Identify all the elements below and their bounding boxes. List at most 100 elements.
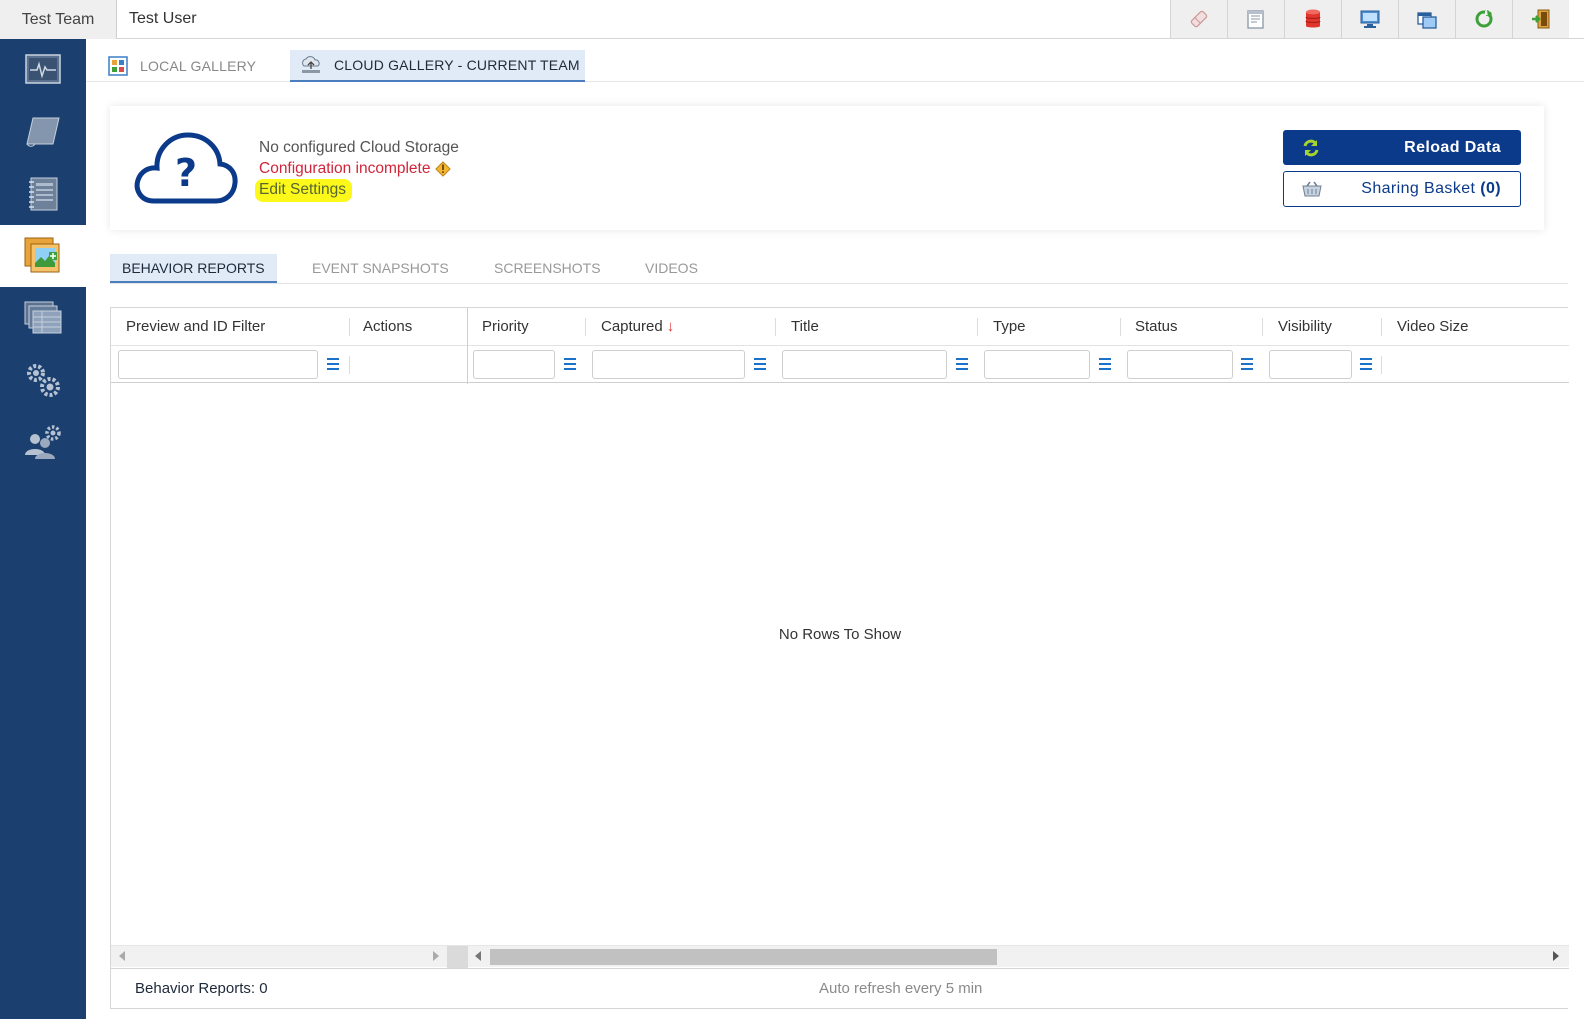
refresh-icon [1475,10,1493,28]
local-gallery-icon [108,56,128,76]
pinned-columns-divider [467,308,468,384]
column-separator[interactable] [1381,318,1382,336]
column-separator [349,356,350,374]
filter-input-priority[interactable] [473,350,555,379]
tab-label: LOCAL GALLERY [140,58,257,74]
refresh-button[interactable] [1455,0,1512,38]
exit-button[interactable] [1512,0,1569,38]
column-header-type[interactable]: Type [993,308,1026,346]
column-separator[interactable] [1120,318,1121,336]
column-separator[interactable] [585,318,586,336]
sidebar-item-data-grid[interactable] [0,287,86,349]
sidebar-item-gallery[interactable] [0,225,86,287]
monitor-icon [1360,10,1380,28]
column-separator[interactable] [1262,318,1263,336]
column-separator[interactable] [977,318,978,336]
scroll-right-arrow[interactable] [1553,951,1559,961]
gallery-tabs: LOCAL GALLERY CLOUD GALLERY - CURRENT TE… [86,39,1584,82]
cloud-storage-panel: ? No configured Cloud Storage Configurat… [110,106,1544,230]
auto-refresh-note: Auto refresh every 5 min [819,980,983,997]
tab-behavior-reports[interactable]: BEHAVIOR REPORTS [110,254,277,283]
tab-event-snapshots[interactable]: EVENT SNAPSHOTS [312,254,449,283]
filter-input-type[interactable] [984,350,1090,379]
sidebar-item-settings[interactable] [0,349,86,411]
tab-videos[interactable]: VIDEOS [645,254,698,283]
filter-input-title[interactable] [782,350,947,379]
filter-menu-icon[interactable] [564,354,578,374]
sidebar [0,39,86,1019]
user-name: Test User [129,10,197,27]
data-grid-icon [24,301,62,334]
horizontal-scrollbar[interactable] [111,945,1569,968]
filter-menu-icon[interactable] [1360,354,1374,374]
scrollbar-thumb[interactable] [490,949,997,965]
grid-status-bar: Behavior Reports: 0 Auto refresh every 5… [111,968,1569,1009]
tab-screenshots[interactable]: SCREENSHOTS [494,254,601,283]
reload-label: Reload Data [1404,138,1501,156]
notebook-icon [29,177,58,211]
column-header-actions[interactable]: Actions [363,308,412,346]
column-header-captured[interactable]: Captured ↓ [601,308,674,346]
reload-data-button[interactable]: Reload Data [1283,130,1521,165]
top-bar: Test Team Test User [0,0,1584,39]
column-separator[interactable] [349,318,350,336]
activity-monitor-icon [25,54,61,84]
sort-descending-icon: ↓ [666,318,675,335]
user-settings-icon [25,425,61,459]
column-separator [1381,356,1382,374]
eraser-icon [1190,10,1208,28]
storage-status: No configured Cloud Storage [259,139,459,156]
filter-menu-icon[interactable] [327,354,341,374]
scroll-icon [26,117,60,147]
exit-icon [1532,9,1550,29]
column-header-priority[interactable]: Priority [482,308,529,346]
notes-button[interactable] [1227,0,1284,38]
database-button[interactable] [1284,0,1341,38]
scroll-left-arrow[interactable] [475,951,481,961]
filter-input-captured[interactable] [592,350,745,379]
column-header-preview[interactable]: Preview and ID Filter [126,308,265,346]
reports-grid: Preview and ID Filter Actions Priority C… [110,307,1569,1009]
column-header-visibility[interactable]: Visibility [1278,308,1332,346]
filter-menu-icon[interactable] [1241,354,1255,374]
tab-label: CLOUD GALLERY - CURRENT TEAM [334,57,580,73]
filter-input-preview[interactable] [118,350,318,379]
column-header-status[interactable]: Status [1135,308,1178,346]
sidebar-item-user-settings[interactable] [0,411,86,473]
svg-text:?: ? [175,151,197,195]
filter-menu-icon[interactable] [754,354,768,374]
edit-settings-link[interactable]: Edit Settings [255,179,353,202]
config-warning: Configuration incomplete [259,158,459,179]
filter-menu-icon[interactable] [1099,354,1113,374]
gallery-icon [24,237,60,273]
sidebar-item-notebook[interactable] [0,163,86,225]
basket-count: (0) [1480,180,1501,197]
team-name: Test Team [21,10,95,28]
sharing-basket-button[interactable]: Sharing Basket (0) [1283,171,1521,207]
basket-label: Sharing Basket [1361,180,1476,197]
scroll-left-arrow[interactable] [119,951,125,961]
scroll-right-arrow[interactable] [433,951,439,961]
cloud-gallery-icon [302,56,320,73]
tab-local-gallery[interactable]: LOCAL GALLERY [108,50,256,82]
eraser-button[interactable] [1170,0,1227,38]
report-count: Behavior Reports: 0 [135,980,268,997]
column-separator[interactable] [775,318,776,336]
top-toolbar [1170,0,1569,38]
filter-menu-icon[interactable] [956,354,970,374]
no-rows-message: No Rows To Show [778,626,902,643]
filter-input-status[interactable] [1127,350,1233,379]
monitor-button[interactable] [1341,0,1398,38]
report-type-tabs: BEHAVIOR REPORTS EVENT SNAPSHOTS SCREENS… [110,254,1568,284]
column-header-video-size[interactable]: Video Size [1397,308,1468,346]
filter-row [111,346,1569,383]
sidebar-item-monitor[interactable] [0,39,86,101]
sidebar-item-scroll[interactable] [0,101,86,163]
warning-icon [435,160,452,177]
team-tab[interactable]: Test Team [0,0,117,39]
config-warning-text: Configuration incomplete [259,160,431,177]
windows-button[interactable] [1398,0,1455,38]
column-header-title[interactable]: Title [791,308,819,346]
tab-cloud-gallery[interactable]: CLOUD GALLERY - CURRENT TEAM [290,50,585,82]
filter-input-visibility[interactable] [1269,350,1352,379]
